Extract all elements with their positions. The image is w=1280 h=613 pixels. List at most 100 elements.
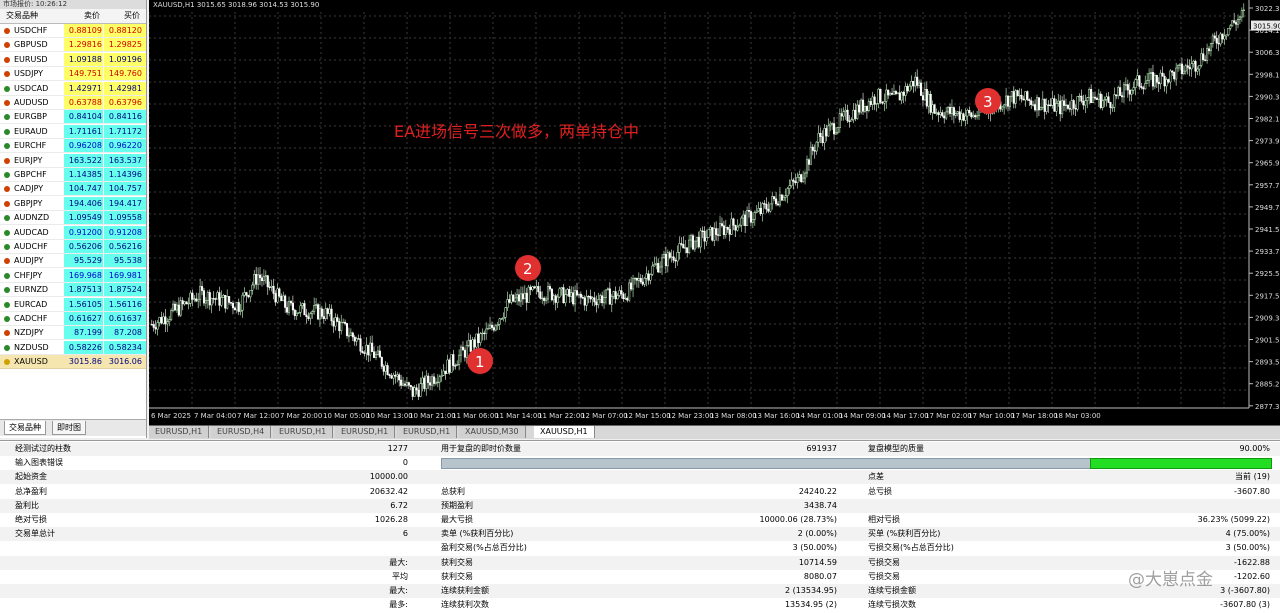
candle-body [958,111,961,120]
candle-body [960,113,963,120]
candle-body [632,278,635,290]
market-watch-row[interactable]: CADJPY 104.747 104.757 [0,182,146,197]
col-ask-header[interactable]: 买价 [124,9,140,23]
candle-body [311,311,314,314]
market-watch-row[interactable]: AUDUSD 0.63788 0.63796 [0,96,146,110]
candle-body [805,159,809,174]
market-watch-row[interactable]: EURGBP 0.84104 0.84116 [0,110,146,125]
market-watch-row[interactable]: USDCHF 0.88109 0.88120 [0,24,146,38]
candle-body [1122,84,1126,98]
candle-body [556,296,559,303]
candle-body [1144,83,1147,90]
market-watch-row[interactable]: NZDJPY 87.199 87.208 [0,326,146,341]
tab-tick-chart[interactable]: 即时图 [52,421,86,435]
market-watch-row[interactable]: AUDCHF 0.56206 0.56216 [0,240,146,254]
candle-body [744,214,747,226]
candle-body [550,288,553,301]
report-value: 6 [402,529,408,539]
candle-body [1190,63,1193,70]
candle-body [952,107,955,116]
symbol-name: EURJPY [14,155,43,165]
report-label: 输入图表错误 [15,458,63,468]
chart-tab[interactable]: XAUUSD,M30 [459,426,526,438]
candle-body [626,297,629,301]
candle-body [367,344,370,356]
candle-body [247,295,250,298]
candle-body [699,230,702,248]
bid-price: 149.751 [68,69,102,79]
candle-body [1039,106,1042,111]
candle-body [514,297,517,302]
ask-price: 0.56216 [108,242,142,251]
report-label: 获利交易 [441,571,473,581]
market-watch-row[interactable]: GBPUSD 1.29816 1.29825 [0,38,146,53]
chart-tab[interactable]: EURUSD,H1 [335,426,396,438]
candle-body [320,308,323,317]
market-watch-row[interactable]: AUDNZD 1.09549 1.09558 [0,211,146,226]
market-watch-row[interactable]: USDJPY 149.751 149.760 [0,67,146,82]
market-watch-row[interactable]: CADCHF 0.61627 0.61637 [0,312,146,326]
chart-tab[interactable]: EURUSD,H1 [149,426,210,438]
candle-body [473,339,476,348]
market-watch-row[interactable]: EURAUD 1.71161 1.71172 [0,124,146,139]
candle-body [193,298,196,300]
price-chart[interactable]: 3022.303014.153006.302998.152990.302982.… [149,0,1280,425]
candle-body [436,381,439,384]
chart-tab[interactable]: XAUUSD,H1 [534,426,595,438]
candle-body [541,297,544,300]
market-watch-row[interactable]: AUDJPY 95.529 95.538 [0,254,146,269]
ask-price: 0.63796 [108,98,142,107]
candle-body [1153,75,1156,87]
market-watch-row[interactable]: NZDUSD 0.58226 0.58234 [0,340,146,355]
quality-bar-track [441,458,1092,469]
col-symbol-header[interactable]: 交易品种 [6,9,38,23]
candle-body [892,91,896,95]
tab-symbols[interactable]: 交易品种 [4,421,46,435]
market-watch-row[interactable]: EURCHF 0.96208 0.96220 [0,139,146,154]
market-watch-row[interactable]: XAUUSD 3015.86 3016.06 [0,355,146,370]
col-bid-header[interactable]: 卖价 [84,9,100,23]
strategy-report: 经测试过的柱数 1277 用于复盘的即时价数量 691937 复盘模型的质量 90.00%… [0,440,1280,613]
candle-body [765,203,768,210]
candle-body [394,374,397,377]
chart-tab[interactable]: EURUSD,H1 [273,426,334,438]
candle-body [1076,96,1079,110]
candle-body [357,338,360,340]
price-tick-label: 2885.25 [1255,381,1280,389]
market-watch-row[interactable]: CHFJPY 169.968 169.981 [0,268,146,283]
candle-body [929,93,932,113]
report-label: 亏损交易 [868,571,900,581]
market-watch-row[interactable]: GBPJPY 194.406 194.417 [0,196,146,211]
candle-body [1113,94,1116,108]
market-watch-row[interactable]: EURCAD 1.56105 1.56116 [0,297,146,312]
candle-body [487,328,490,330]
candle-body [863,105,867,112]
candle-body [417,389,420,397]
candle-body [539,291,542,299]
market-watch-row[interactable]: AUDCAD 0.91200 0.91208 [0,225,146,240]
market-watch-row[interactable]: EURUSD 1.09188 1.09196 [0,52,146,67]
market-watch-row[interactable]: EURJPY 163.522 163.537 [0,153,146,168]
candle-body [1010,91,1013,97]
candle-body [479,333,482,343]
report-label: 用于复盘的即时价数量 [441,444,521,453]
candle-body [902,92,905,96]
bid-price: 0.91200 [68,227,102,237]
chart-tab[interactable]: EURUSD,H1 [397,426,458,438]
candle-body [664,254,667,267]
candlestick-chart-svg[interactable]: 3022.303014.153006.302998.152990.302982.… [149,0,1280,425]
candle-body [572,292,575,305]
ask-price: 1.71172 [108,126,142,136]
candle-body [1184,65,1187,72]
report-label: 起始资金 [15,472,47,482]
candle-body [948,106,952,114]
market-watch-row[interactable]: EURNZD 1.87513 1.87524 [0,283,146,298]
candle-body [1140,86,1143,88]
symbol-icon [4,85,10,92]
market-watch-row[interactable]: GBPCHF 1.14385 1.14396 [0,168,146,182]
report-value: 10000.06 (28.73%) [759,515,837,524]
chart-tab[interactable]: EURUSD,H4 [211,426,272,438]
price-tick-label: 2973.90 [1255,138,1280,146]
symbol-icon [4,42,10,49]
market-watch-row[interactable]: USDCAD 1.42971 1.42981 [0,81,146,96]
